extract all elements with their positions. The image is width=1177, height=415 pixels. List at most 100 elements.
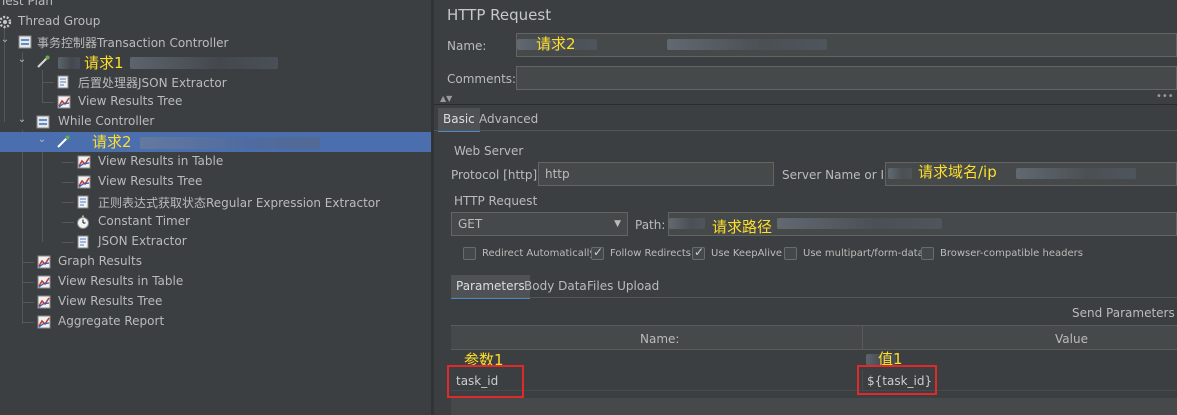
name-field[interactable] bbox=[516, 33, 1177, 57]
name-label: Name: bbox=[447, 39, 487, 53]
chevron-down-icon[interactable]: ⌄ bbox=[37, 134, 47, 145]
method-value: GET bbox=[458, 217, 483, 231]
tree-node-graph-results[interactable]: Graph Results bbox=[0, 252, 431, 272]
chevron-down-icon[interactable]: ⌄ bbox=[17, 114, 27, 125]
param-highlight-box bbox=[447, 365, 524, 398]
value-highlight-box bbox=[857, 365, 937, 395]
graph-icon bbox=[77, 175, 91, 189]
more-icon[interactable]: ••• bbox=[1156, 91, 1174, 102]
controller-icon bbox=[18, 35, 32, 49]
request-1-annotation: 请求1 bbox=[84, 54, 124, 72]
graph-icon bbox=[37, 315, 51, 329]
tree-node-constant-timer[interactable]: Constant Timer bbox=[0, 212, 431, 232]
document-icon bbox=[76, 235, 90, 249]
tree-node-test-plan[interactable]: Test Plan bbox=[0, 0, 431, 12]
tree-node-view-results-tree[interactable]: View Results Tree bbox=[0, 172, 431, 192]
redacted-text bbox=[777, 218, 942, 229]
tree-node-view-results-in-table[interactable]: View Results in Table bbox=[0, 152, 431, 172]
request-2-annotation: 请求2 bbox=[92, 133, 132, 151]
http-request-group-title: HTTP Request bbox=[454, 194, 538, 208]
tree-node-label: View Results in Table bbox=[98, 154, 224, 168]
tree-node-aggregate-report[interactable]: Aggregate Report bbox=[0, 312, 431, 332]
table-footer bbox=[451, 398, 1177, 415]
divider bbox=[451, 297, 1177, 298]
redacted-text bbox=[58, 57, 80, 69]
tree-node-label: View Results in Table bbox=[58, 274, 184, 288]
server-annotation: 请求域名/ip bbox=[918, 163, 997, 181]
http-request-panel: HTTP Request Name: 请求2 Comments: ▲▼ ••• … bbox=[434, 0, 1177, 415]
graph-icon bbox=[37, 255, 51, 269]
browser-compatible-headers-checkbox[interactable] bbox=[921, 247, 934, 260]
divider bbox=[434, 130, 1177, 131]
column-header-name[interactable]: Name: bbox=[640, 332, 679, 346]
document-icon bbox=[56, 75, 70, 89]
pipette-icon bbox=[56, 135, 70, 149]
tree-node-view-results-tree[interactable]: View Results Tree bbox=[0, 292, 431, 312]
tree-node-json-extractor[interactable]: JSON Extractor bbox=[0, 232, 431, 252]
use-multipart-checkbox[interactable] bbox=[784, 247, 797, 260]
graph-icon bbox=[57, 95, 71, 109]
divider bbox=[434, 104, 1177, 105]
pipette-icon bbox=[36, 55, 50, 69]
redacted-text bbox=[1016, 168, 1136, 179]
chevron-down-icon[interactable]: ⌄ bbox=[17, 54, 27, 65]
tab-advanced[interactable]: Advanced bbox=[474, 108, 543, 130]
tree-node-label: While Controller bbox=[58, 114, 155, 128]
tree-node-label: Thread Group bbox=[18, 14, 101, 28]
tab-body-data[interactable]: Body Data bbox=[519, 275, 592, 297]
tab-parameters[interactable]: Parameters bbox=[451, 275, 530, 299]
tree-node-label: 事务控制器Transaction Controller bbox=[37, 36, 229, 50]
comments-field[interactable] bbox=[516, 66, 1177, 90]
method-select[interactable]: GET ▼ bbox=[451, 212, 628, 236]
use-keepalive-checkbox[interactable] bbox=[692, 245, 705, 260]
stopwatch-icon bbox=[76, 215, 90, 229]
collapse-arrows-icon[interactable]: ▲▼ bbox=[440, 94, 452, 103]
controller-icon bbox=[36, 115, 50, 129]
tree-node-view-results-tree[interactable]: View Results Tree bbox=[0, 92, 431, 112]
tree-node-request-2[interactable]: ⌄ bbox=[0, 132, 431, 152]
tree-node-label: Test Plan bbox=[0, 0, 53, 8]
tree-node-transaction-controller[interactable]: ⌄ 事务控制器Transaction Controller bbox=[0, 32, 431, 52]
checkbox-label: Follow Redirects bbox=[610, 248, 691, 259]
follow-redirects-checkbox[interactable] bbox=[591, 245, 604, 260]
redacted-text bbox=[140, 137, 320, 149]
tree-node-regex-extractor[interactable]: 正则表达式获取状态Regular Expression Extractor bbox=[0, 192, 431, 212]
graph-icon bbox=[77, 155, 91, 169]
protocol-field[interactable]: http bbox=[538, 162, 774, 186]
graph-icon bbox=[37, 275, 51, 289]
name-annotation: 请求2 bbox=[536, 35, 576, 53]
comments-label: Comments: bbox=[447, 72, 517, 86]
path-annotation: 请求路径 bbox=[712, 218, 773, 236]
redirect-automatically-checkbox[interactable] bbox=[463, 247, 476, 260]
redacted-text bbox=[130, 57, 278, 69]
checkbox-label: Browser-compatible headers bbox=[940, 248, 1083, 259]
protocol-label: Protocol [http]: bbox=[451, 168, 542, 182]
column-header-value[interactable]: Value bbox=[1055, 332, 1088, 346]
checkbox-label: Use KeepAlive bbox=[711, 248, 783, 259]
checkbox-label: Use multipart/form-data bbox=[803, 248, 924, 259]
tree-node-label: JSON Extractor bbox=[98, 234, 187, 248]
tab-files-upload[interactable]: Files Upload bbox=[582, 275, 664, 297]
checkbox-label: Redirect Automatically bbox=[482, 248, 596, 259]
tree-node-label: View Results Tree bbox=[58, 294, 163, 308]
tree-node-label: View Results Tree bbox=[78, 94, 183, 108]
redacted-text bbox=[667, 39, 827, 50]
tree-node-label: 后置处理器JSON Extractor bbox=[78, 76, 227, 90]
tree-node-while-controller[interactable]: ⌄ While Controller bbox=[0, 112, 431, 132]
tree-node-label: Graph Results bbox=[58, 254, 142, 268]
tree-node-label: View Results Tree bbox=[98, 174, 203, 188]
tree-node-label: Constant Timer bbox=[98, 214, 191, 228]
tree-node-label: Aggregate Report bbox=[58, 314, 165, 328]
tree-node-view-results-in-table[interactable]: View Results in Table bbox=[0, 272, 431, 292]
tree-node-json-extractor-post[interactable]: 后置处理器JSON Extractor bbox=[0, 72, 431, 92]
tree-node-request-1[interactable]: ⌄ bbox=[0, 52, 431, 72]
tree-node-thread-group[interactable]: Thread Group bbox=[0, 12, 431, 32]
send-parameters-label: Send Parameters Wi bbox=[1072, 306, 1177, 320]
redacted-text bbox=[669, 218, 705, 229]
gear-icon bbox=[0, 15, 12, 29]
table-row[interactable] bbox=[451, 370, 1177, 391]
document-icon bbox=[76, 195, 90, 209]
panel-title: HTTP Request bbox=[447, 6, 552, 24]
chevron-down-icon[interactable]: ⌄ bbox=[0, 34, 10, 45]
graph-icon bbox=[37, 295, 51, 309]
